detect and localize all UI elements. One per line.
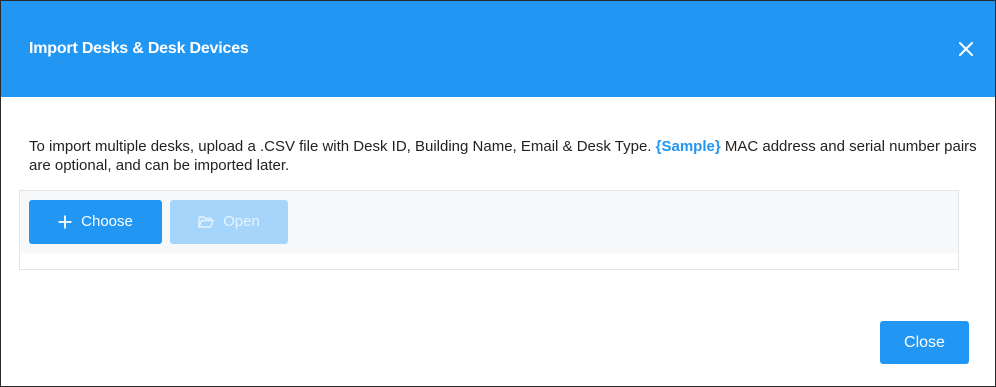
open-button: Open <box>170 199 288 244</box>
description-text: To import multiple desks, upload a .CSV … <box>29 138 656 155</box>
choose-button[interactable]: Choose <box>29 199 162 244</box>
file-upload[interactable]: Choose Open <box>19 190 959 270</box>
close-button[interactable]: Close <box>880 321 969 364</box>
plus-icon <box>58 215 72 229</box>
upload-toolbar: Choose Open <box>20 191 958 253</box>
dialog-title: Import Desks & Desk Devices <box>29 40 249 57</box>
dialog-body: To import multiple desks, upload a .CSV … <box>1 97 995 270</box>
import-description: To import multiple desks, upload a .CSV … <box>29 137 979 175</box>
close-button-label: Close <box>904 333 945 351</box>
close-icon[interactable] <box>955 38 977 60</box>
sample-link[interactable]: {Sample} <box>656 138 721 155</box>
import-dialog: Import Desks & Desk Devices To import mu… <box>0 0 996 387</box>
folder-open-icon <box>198 215 214 228</box>
choose-label: Choose <box>81 213 133 230</box>
open-label: Open <box>223 213 260 230</box>
dialog-header: Import Desks & Desk Devices <box>1 1 995 97</box>
